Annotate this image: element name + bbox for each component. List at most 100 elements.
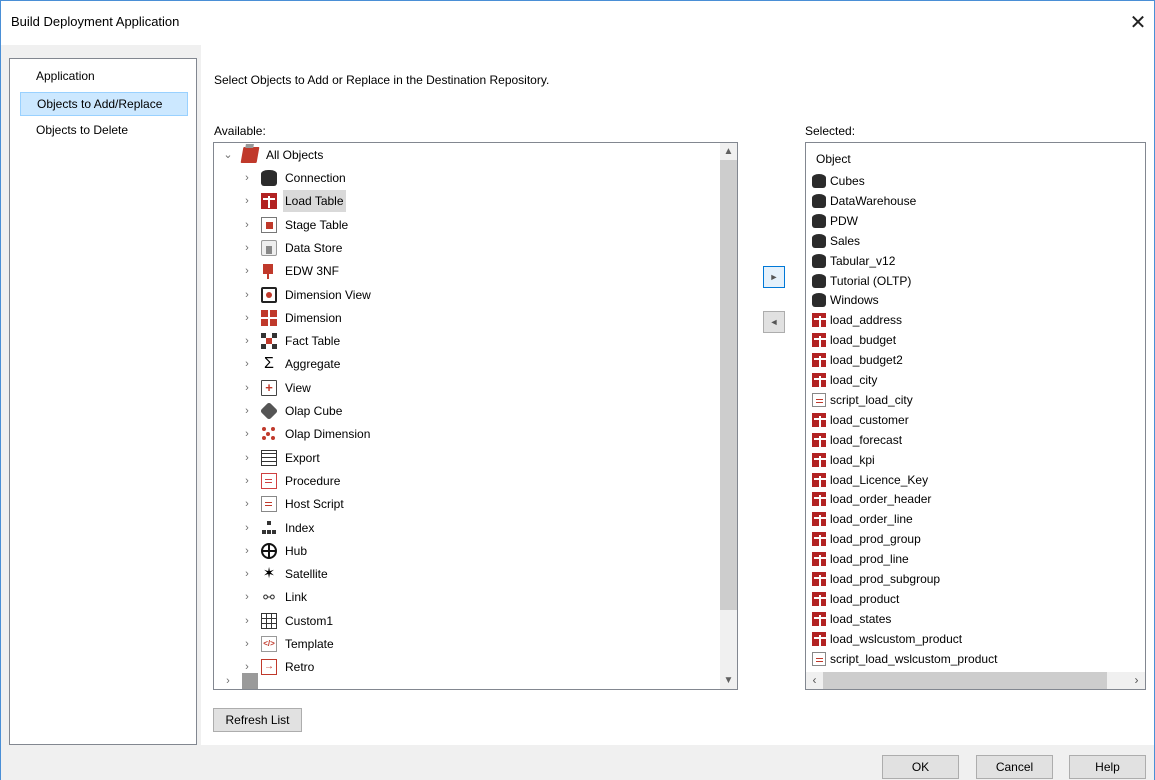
tree-item-load-table[interactable]: › Load Table xyxy=(241,190,346,213)
selected-list-item[interactable]: Tutorial (OLTP) xyxy=(812,271,911,291)
tree-item-template[interactable]: › </> Template xyxy=(241,633,336,655)
selected-list-item[interactable]: Cubes xyxy=(812,171,865,191)
chevron-right-icon[interactable]: › xyxy=(241,633,253,655)
chevron-right-icon[interactable]: › xyxy=(241,517,253,539)
chevron-right-icon[interactable]: › xyxy=(241,377,253,399)
chevron-down-icon[interactable]: ⌄ xyxy=(222,144,234,166)
selected-item-label: load_order_line xyxy=(830,512,913,527)
tree-item-olap-cube[interactable]: › Olap Cube xyxy=(241,400,344,422)
selected-list-item[interactable]: Windows xyxy=(812,290,879,310)
tree-root-all-objects[interactable]: ⌄ All Objects xyxy=(222,144,325,166)
tree-item-hub[interactable]: › Hub xyxy=(241,540,309,562)
chevron-right-icon[interactable]: › xyxy=(241,540,253,562)
selected-objects-list[interactable]: Object Cubes DataWarehouse PDW Sales Tabular… xyxy=(805,142,1146,690)
selected-list-item[interactable]: script_load_wslcustom_product xyxy=(812,649,997,669)
selected-item-label: script_load_city xyxy=(830,392,913,407)
chevron-right-icon[interactable]: › xyxy=(241,447,253,469)
scroll-down-icon[interactable]: ▼ xyxy=(720,672,737,689)
tree-item-export[interactable]: › Export xyxy=(241,447,322,469)
selected-list-item[interactable]: load_city xyxy=(812,370,877,390)
chevron-right-icon[interactable]: › xyxy=(241,167,253,189)
selected-list-item[interactable]: load_kpi xyxy=(812,450,875,470)
column-header-object[interactable]: Object xyxy=(816,149,851,169)
script-icon xyxy=(812,392,826,407)
scrollbar-thumb[interactable] xyxy=(720,160,737,610)
scroll-right-icon[interactable]: › xyxy=(1128,672,1145,689)
close-icon[interactable]: ✕ xyxy=(1128,10,1148,35)
selected-list-item[interactable]: load_forecast xyxy=(812,430,902,450)
chevron-right-icon[interactable]: › xyxy=(222,673,234,689)
custom1-icon xyxy=(261,612,277,629)
chevron-right-icon[interactable]: › xyxy=(241,493,253,515)
tree-item-host-script[interactable]: › Host Script xyxy=(241,493,346,515)
chevron-right-icon[interactable]: › xyxy=(241,260,253,282)
refresh-list-button[interactable]: Refresh List xyxy=(213,708,302,732)
selected-list-item[interactable]: PDW xyxy=(812,211,858,231)
selected-list-item[interactable]: load_order_line xyxy=(812,509,913,529)
chevron-right-icon[interactable]: › xyxy=(241,330,253,352)
tree-item-link[interactable]: › ⚯ Link xyxy=(241,586,309,608)
ok-button[interactable]: OK xyxy=(882,755,959,779)
tree-item-olap-dimension[interactable]: › Olap Dimension xyxy=(241,423,372,445)
nav-item-application[interactable]: Application xyxy=(20,65,188,89)
chevron-right-icon[interactable]: › xyxy=(241,423,253,445)
tree-vertical-scrollbar[interactable]: ▲ ▼ xyxy=(720,143,737,689)
tree-item-label: Template xyxy=(285,637,334,651)
selected-list-item[interactable]: load_states xyxy=(812,609,891,629)
tree-item-fact-table[interactable]: › Fact Table xyxy=(241,330,342,352)
selected-list-item[interactable]: load_prod_line xyxy=(812,549,909,569)
chevron-right-icon[interactable]: › xyxy=(241,563,253,585)
chevron-right-icon[interactable]: › xyxy=(241,610,253,632)
tree-item-dimension-view[interactable]: › Dimension View xyxy=(241,284,373,306)
add-to-selected-button[interactable]: ► xyxy=(763,266,785,288)
selected-list-item[interactable]: load_product xyxy=(812,589,899,609)
selected-list-item[interactable]: load_budget xyxy=(812,330,896,350)
selected-list-item[interactable]: load_order_header xyxy=(812,489,931,509)
selected-list-item[interactable]: load_Licence_Key xyxy=(812,470,928,490)
selected-list-item[interactable]: load_budget2 xyxy=(812,350,903,370)
tree-item-connection[interactable]: › Connection xyxy=(241,167,348,189)
chevron-right-icon[interactable]: › xyxy=(241,190,253,212)
tree-item-partial[interactable]: › xyxy=(222,673,264,689)
tree-item-stage-table[interactable]: › Stage Table xyxy=(241,214,350,236)
selected-list-item[interactable]: load_customer xyxy=(812,410,909,430)
chevron-right-icon[interactable]: › xyxy=(241,307,253,329)
tree-item-dimension[interactable]: › Dimension xyxy=(241,307,344,329)
tree-item-edw-3nf[interactable]: › EDW 3NF xyxy=(241,260,341,282)
selected-list-item[interactable]: load_prod_group xyxy=(812,529,921,549)
chevron-right-icon[interactable]: › xyxy=(241,237,253,259)
chevron-right-icon[interactable]: › xyxy=(241,400,253,422)
tree-item-index[interactable]: › Index xyxy=(241,517,316,539)
chevron-right-icon[interactable]: › xyxy=(241,470,253,492)
selected-list-item[interactable]: Tabular_v12 xyxy=(812,251,895,271)
database-icon xyxy=(812,174,826,188)
scroll-left-icon[interactable]: ‹ xyxy=(806,672,823,689)
remove-from-selected-button[interactable]: ◄ xyxy=(763,311,785,333)
selected-label: Selected: xyxy=(805,124,856,138)
selected-list-item[interactable]: DataWarehouse xyxy=(812,191,916,211)
help-button[interactable]: Help xyxy=(1069,755,1146,779)
tree-item-procedure[interactable]: › Procedure xyxy=(241,470,342,492)
scroll-up-icon[interactable]: ▲ xyxy=(720,143,737,160)
available-objects-tree[interactable]: ⌄ All Objects › Connection › Load Table › Sta… xyxy=(213,142,738,690)
tree-item-satellite[interactable]: › ✶ Satellite xyxy=(241,563,330,585)
load-table-icon xyxy=(812,631,826,647)
scrollbar-thumb[interactable] xyxy=(823,672,1107,689)
selected-list-item[interactable]: load_prod_subgroup xyxy=(812,569,940,589)
tree-item-view[interactable]: › + View xyxy=(241,377,313,399)
selected-horizontal-scrollbar[interactable]: ‹ › xyxy=(806,672,1145,689)
selected-list-item[interactable]: load_address xyxy=(812,310,902,330)
selected-list-item[interactable]: Sales xyxy=(812,231,860,251)
selected-list-item[interactable]: load_wslcustom_product xyxy=(812,629,962,649)
tree-item-aggregate[interactable]: › Σ Aggregate xyxy=(241,353,342,375)
nav-item-objects-to-delete[interactable]: Objects to Delete xyxy=(20,119,188,143)
chevron-right-icon[interactable]: › xyxy=(241,284,253,306)
tree-item-data-store[interactable]: › Data Store xyxy=(241,237,344,259)
chevron-right-icon[interactable]: › xyxy=(241,214,253,236)
chevron-right-icon[interactable]: › xyxy=(241,353,253,375)
chevron-right-icon[interactable]: › xyxy=(241,586,253,608)
selected-list-item[interactable]: script_load_city xyxy=(812,390,913,410)
cancel-button[interactable]: Cancel xyxy=(976,755,1053,779)
tree-item-custom1[interactable]: › Custom1 xyxy=(241,610,335,632)
nav-item-objects-to-add-replace[interactable]: Objects to Add/Replace xyxy=(20,92,188,116)
